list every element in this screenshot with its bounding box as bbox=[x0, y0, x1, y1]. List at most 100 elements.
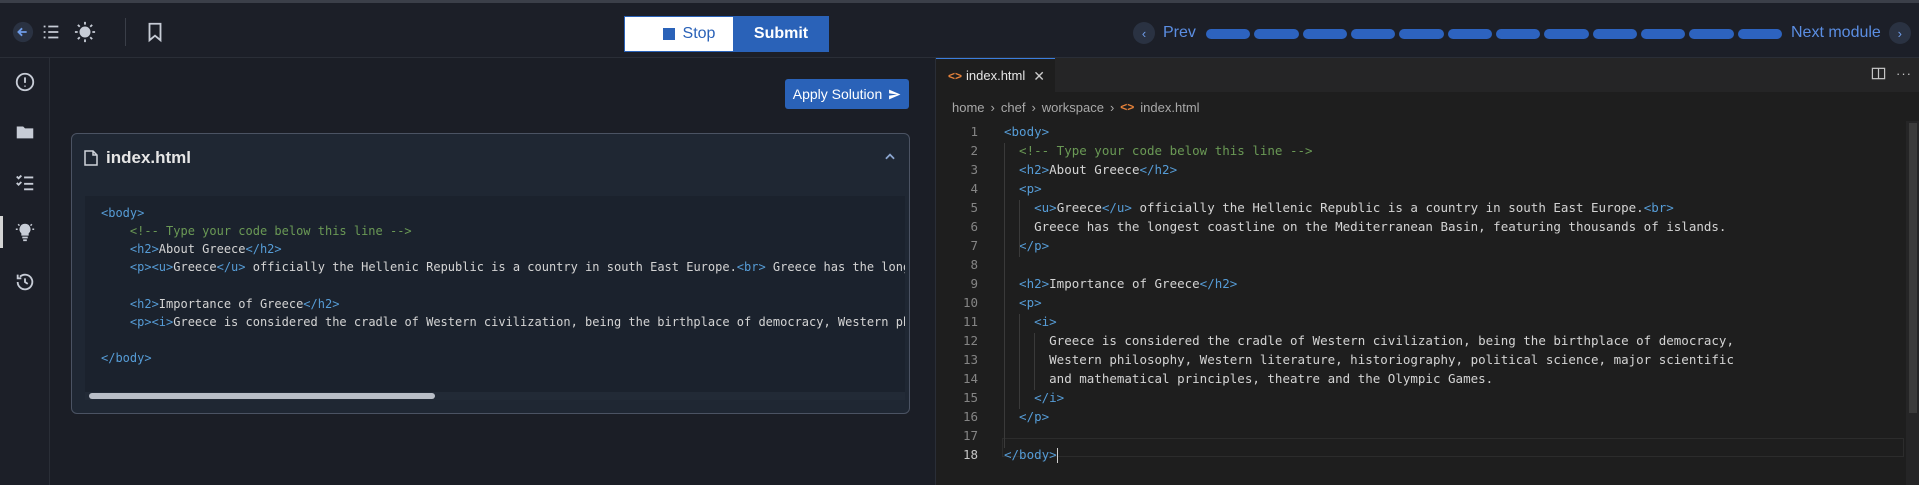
scrollbar-thumb[interactable] bbox=[1909, 123, 1917, 413]
code-token: <h2> bbox=[1004, 276, 1050, 291]
code-line[interactable]: Greece has the longest coastline on the … bbox=[1004, 219, 1726, 234]
code-token: <h2> bbox=[1004, 162, 1050, 177]
code-token: <p><u> bbox=[101, 260, 174, 275]
solution-pane: Apply Solution index.html </body> <p><i>… bbox=[51, 58, 931, 485]
code-token: <body> bbox=[1004, 124, 1050, 139]
code-token: </h2> bbox=[1199, 276, 1238, 291]
code-line[interactable]: <h2>About Greece</h2> bbox=[1004, 162, 1177, 177]
lightbulb-icon bbox=[15, 223, 35, 242]
breadcrumb-item[interactable]: workspace bbox=[1042, 100, 1104, 115]
solution-code-block: </body> <p><i>Greece is considered the c… bbox=[85, 196, 905, 400]
code-line[interactable]: <h2>Importance of Greece</h2> bbox=[1004, 276, 1237, 291]
code-token: and mathematical principles, theatre and… bbox=[1004, 371, 1494, 386]
code-line: </body> bbox=[101, 351, 152, 365]
code-line[interactable]: </body> bbox=[1004, 447, 1058, 463]
code-token: <!-- Type your code below this line --> bbox=[1004, 143, 1313, 158]
code-line[interactable]: <u>Greece</u> officially the Hellenic Re… bbox=[1004, 200, 1674, 215]
file-icon bbox=[84, 150, 98, 166]
breadcrumb-item[interactable]: chef bbox=[1001, 100, 1026, 115]
chevron-up-icon[interactable] bbox=[883, 150, 897, 167]
code-line[interactable]: <i> bbox=[1004, 314, 1057, 329]
breadcrumb-item[interactable]: index.html bbox=[1140, 100, 1199, 115]
code-token: <i> bbox=[1004, 314, 1057, 329]
submit-button[interactable]: Submit bbox=[733, 16, 829, 52]
code-token: <body> bbox=[101, 206, 145, 221]
progress-segment bbox=[1689, 29, 1734, 39]
progress-segment bbox=[1640, 29, 1686, 39]
toolbar-divider bbox=[125, 18, 126, 46]
back-arrow-icon[interactable] bbox=[10, 19, 36, 45]
code-token: <!-- Type your code below this line --> bbox=[101, 224, 412, 239]
code-token: </body> bbox=[101, 350, 152, 365]
top-toolbar: Stop Submit ‹ Prev Next module › bbox=[0, 0, 1919, 58]
line-number: 8 bbox=[970, 257, 978, 272]
tab-index-html[interactable]: <> index.html ✕ bbox=[936, 58, 1055, 92]
progress-segment bbox=[1302, 29, 1347, 39]
code-line[interactable]: </p> bbox=[1004, 409, 1049, 424]
code-token: Greece is considered the cradle of Weste… bbox=[173, 314, 905, 329]
html-file-icon: <> bbox=[1120, 100, 1135, 114]
prev-label: Prev bbox=[1163, 24, 1196, 41]
alert-circle-icon bbox=[15, 72, 35, 92]
sidebar-item-hints[interactable] bbox=[0, 212, 50, 252]
code-token: </u> bbox=[1101, 200, 1132, 215]
code-line[interactable]: and mathematical principles, theatre and… bbox=[1004, 371, 1493, 386]
bookmark-icon[interactable] bbox=[142, 19, 168, 45]
stop-button-label: Stop bbox=[682, 25, 716, 42]
split-editor-icon[interactable] bbox=[1871, 66, 1886, 81]
line-number: 18 bbox=[962, 447, 978, 462]
code-editor[interactable]: 1 <body> 2 <!-- Type your code below this … bbox=[936, 121, 1919, 485]
send-icon bbox=[889, 89, 901, 99]
line-number: 7 bbox=[970, 238, 978, 253]
code-line[interactable]: <p> bbox=[1004, 295, 1042, 310]
code-token: <p> bbox=[1004, 295, 1042, 310]
sidebar-item-info[interactable] bbox=[0, 62, 50, 102]
progress-segment bbox=[1544, 29, 1589, 39]
sidebar-item-files[interactable] bbox=[0, 112, 50, 152]
line-number: 5 bbox=[970, 200, 978, 215]
tab-label: index.html bbox=[966, 68, 1026, 83]
code-line: <body> bbox=[101, 206, 144, 220]
code-line[interactable]: Western philosophy, Western literature, … bbox=[1004, 352, 1734, 367]
history-icon bbox=[16, 273, 34, 291]
theme-sun-icon[interactable] bbox=[72, 19, 98, 45]
sidebar-item-history[interactable] bbox=[0, 262, 50, 302]
breadcrumb: home › chef › workspace › <> index.html bbox=[952, 96, 1200, 118]
horizontal-scrollbar[interactable] bbox=[85, 392, 905, 400]
code-line[interactable]: </i> bbox=[1004, 390, 1064, 405]
code-token: </h2> bbox=[245, 242, 282, 257]
line-number: 13 bbox=[962, 352, 978, 367]
editor-actions: ··· bbox=[1871, 66, 1912, 81]
list-icon[interactable] bbox=[38, 19, 64, 45]
sidebar-item-tasks[interactable] bbox=[0, 162, 50, 202]
code-token: Importance of Greece bbox=[158, 296, 304, 311]
code-line[interactable]: <p> bbox=[1004, 181, 1042, 196]
close-icon[interactable]: ✕ bbox=[1033, 68, 1045, 85]
code-token: Greece bbox=[173, 260, 217, 275]
code-line[interactable]: Greece is considered the cradle of Weste… bbox=[1004, 333, 1734, 348]
line-number: 16 bbox=[962, 409, 978, 424]
code-line: <h2>Importance of Greece</h2> bbox=[101, 296, 340, 311]
code-token: <h2> bbox=[101, 242, 159, 257]
prev-button[interactable]: ‹ Prev bbox=[1133, 21, 1196, 45]
chevron-right-icon: › bbox=[1109, 99, 1115, 115]
code-line[interactable]: <!-- Type your code below this line --> bbox=[1004, 143, 1313, 158]
apply-solution-button[interactable]: Apply Solution bbox=[785, 79, 909, 109]
progress-segment bbox=[1206, 29, 1251, 39]
next-module-button[interactable]: Next module › bbox=[1791, 21, 1911, 45]
more-actions-icon[interactable]: ··· bbox=[1896, 66, 1912, 81]
code-line[interactable]: <body> bbox=[1004, 124, 1049, 139]
scrollbar-thumb[interactable] bbox=[89, 393, 435, 399]
code-line[interactable]: </p> bbox=[1004, 238, 1049, 253]
code-editor-pane: <> index.html ✕ ··· home › chef › workspace ›… bbox=[935, 58, 1919, 485]
line-number: 10 bbox=[962, 295, 978, 310]
checklist-icon bbox=[16, 174, 34, 191]
breadcrumb-item[interactable]: home bbox=[952, 100, 985, 115]
line-number: 2 bbox=[970, 143, 978, 158]
code-token: officially the Hellenic Republic is a co… bbox=[1131, 200, 1644, 215]
chevron-right-icon: › bbox=[1031, 99, 1036, 115]
progress-segment bbox=[1447, 29, 1492, 39]
module-progress-bar bbox=[1206, 29, 1782, 39]
vertical-scrollbar[interactable] bbox=[1906, 121, 1919, 485]
code-token: </p> bbox=[1004, 238, 1050, 253]
